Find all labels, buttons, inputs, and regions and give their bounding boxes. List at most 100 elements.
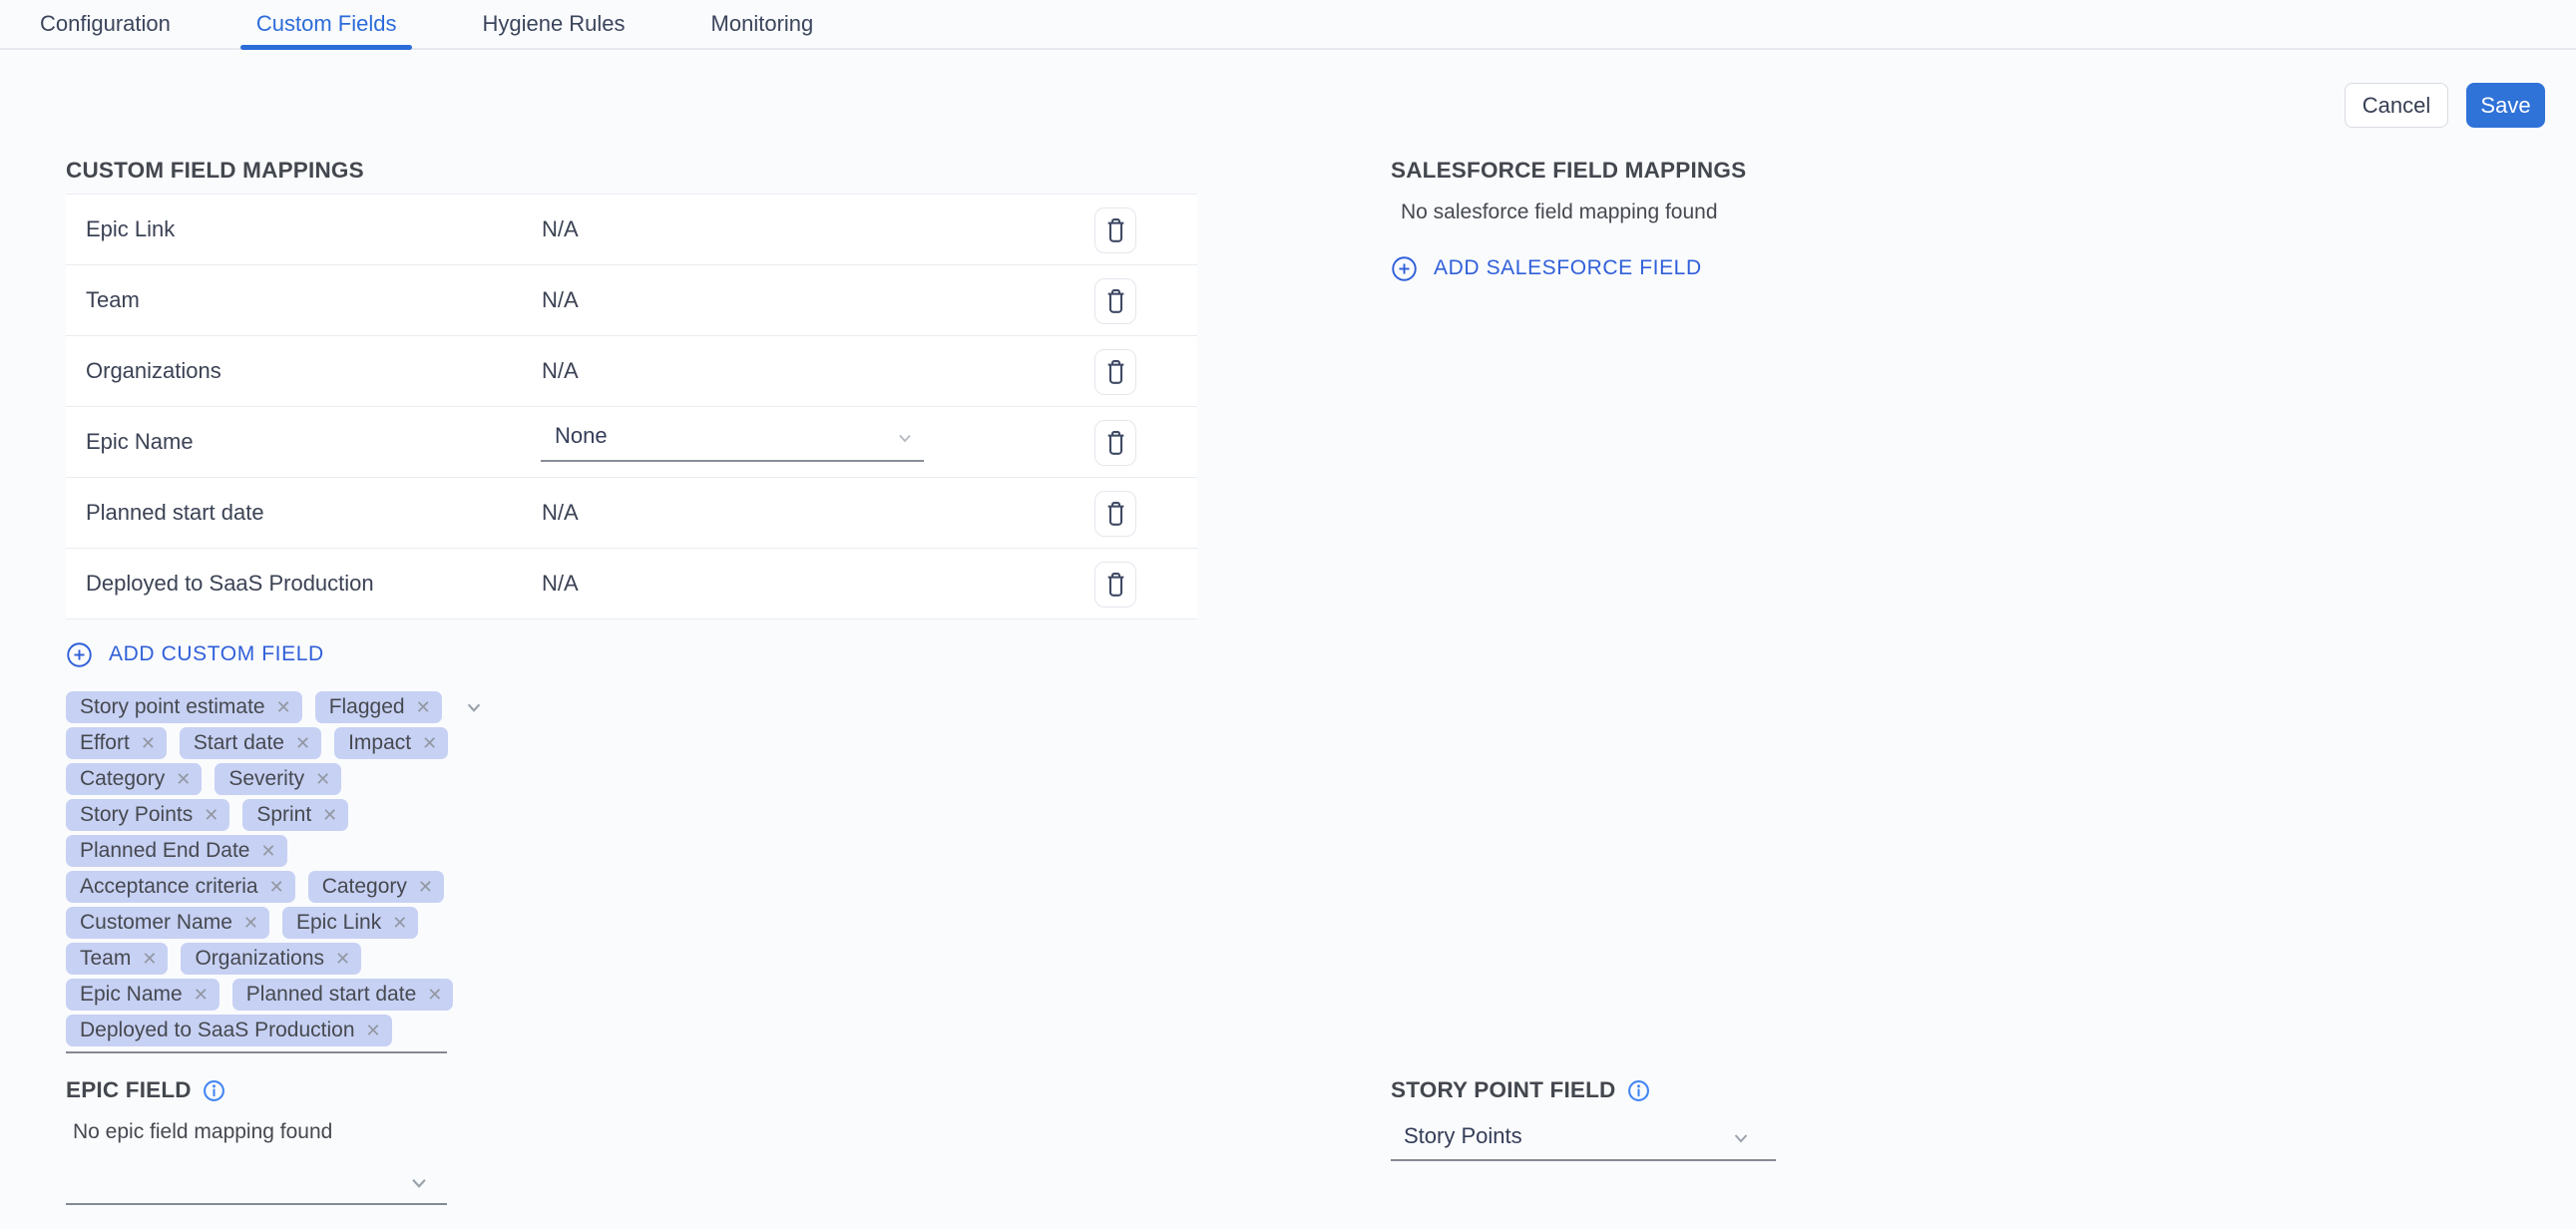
chip-row: Story point estimate ✕ Flagged ✕ <box>66 691 1197 723</box>
tab-label: Configuration <box>40 11 171 37</box>
chip-remove-icon[interactable]: ✕ <box>335 950 350 968</box>
trash-icon <box>1104 288 1127 314</box>
chip[interactable]: Epic Name ✕ <box>66 979 219 1011</box>
custom-fields-settings-page: Configuration Custom Fields Hygiene Rule… <box>0 0 2576 1229</box>
save-button[interactable]: Save <box>2466 83 2545 128</box>
field-value: N/A <box>542 287 579 313</box>
field-name: Planned start date <box>86 500 264 526</box>
info-icon[interactable] <box>203 1079 225 1102</box>
chip-remove-icon[interactable]: ✕ <box>276 698 291 716</box>
tab-label: Hygiene Rules <box>482 11 625 37</box>
chip-remove-icon[interactable]: ✕ <box>422 734 437 752</box>
chip-label: Impact <box>348 731 411 755</box>
add-custom-field-button[interactable]: ADD CUSTOM FIELD <box>66 634 1197 674</box>
chip-remove-icon[interactable]: ✕ <box>322 806 337 824</box>
chip-row: Deployed to SaaS Production ✕ <box>66 1015 1197 1046</box>
add-salesforce-field-button[interactable]: ADD SALESFORCE FIELD <box>1391 248 2009 288</box>
chip[interactable]: Sprint ✕ <box>242 799 348 831</box>
chip-remove-icon[interactable]: ✕ <box>366 1022 381 1039</box>
trash-icon <box>1104 430 1127 456</box>
table-row: Deployed to SaaS Production N/A <box>66 549 1197 619</box>
chip-remove-icon[interactable]: ✕ <box>142 950 157 968</box>
chip[interactable]: Customer Name ✕ <box>66 907 269 939</box>
chip-remove-icon[interactable]: ✕ <box>269 878 284 896</box>
chip[interactable]: Category ✕ <box>308 871 444 903</box>
chip-label: Sprint <box>256 803 311 827</box>
delete-field-button[interactable] <box>1094 491 1136 537</box>
chip-row: Customer Name ✕ Epic Link ✕ <box>66 907 1197 939</box>
field-value: N/A <box>542 358 579 384</box>
tab-configuration[interactable]: Configuration <box>24 0 187 48</box>
trash-icon <box>1104 501 1127 527</box>
chip-remove-icon[interactable]: ✕ <box>427 986 442 1004</box>
chip-remove-icon[interactable]: ✕ <box>176 770 191 788</box>
epic-name-select[interactable]: None <box>541 415 924 462</box>
cancel-button[interactable]: Cancel <box>2345 83 2448 128</box>
custom-field-chips-multiselect[interactable]: Story point estimate ✕ Flagged ✕ Effort … <box>66 691 1197 1046</box>
chip-label: Planned start date <box>246 983 416 1007</box>
delete-field-button[interactable] <box>1094 278 1136 324</box>
plus-circle-icon <box>66 641 93 668</box>
plus-circle-icon <box>1391 255 1418 282</box>
chip[interactable]: Impact ✕ <box>334 727 448 759</box>
tab-monitoring[interactable]: Monitoring <box>695 0 830 48</box>
chip-remove-icon[interactable]: ✕ <box>315 770 330 788</box>
chip-label: Planned End Date <box>80 839 249 863</box>
tab-custom-fields[interactable]: Custom Fields <box>240 0 413 48</box>
chip-label: Acceptance criteria <box>80 875 258 899</box>
chip-row: Category ✕ Severity ✕ <box>66 763 1197 795</box>
chip[interactable]: Category ✕ <box>66 763 202 795</box>
table-row: Team N/A <box>66 265 1197 336</box>
chip[interactable]: Effort ✕ <box>66 727 167 759</box>
tab-hygiene-rules[interactable]: Hygiene Rules <box>466 0 641 48</box>
delete-field-button[interactable] <box>1094 207 1136 253</box>
chip-remove-icon[interactable]: ✕ <box>416 698 431 716</box>
chip-remove-icon[interactable]: ✕ <box>418 878 433 896</box>
chip[interactable]: Story Points ✕ <box>66 799 229 831</box>
chip-label: Organizations <box>195 947 324 971</box>
chip[interactable]: Planned start date ✕ <box>232 979 454 1011</box>
story-point-field-select[interactable]: Story Points <box>1391 1117 1776 1161</box>
info-icon[interactable] <box>1627 1079 1650 1102</box>
chip[interactable]: Epic Link ✕ <box>282 907 418 939</box>
epic-field-select[interactable] <box>66 1157 447 1205</box>
delete-field-button[interactable] <box>1094 349 1136 395</box>
field-value: N/A <box>542 216 579 242</box>
tab-label: Custom Fields <box>256 11 397 37</box>
field-value: N/A <box>542 500 579 526</box>
chip[interactable]: Organizations ✕ <box>181 943 361 975</box>
chip[interactable]: Story point estimate ✕ <box>66 691 302 723</box>
chip-row: Story Points ✕ Sprint ✕ <box>66 799 1197 831</box>
chip-label: Severity <box>228 767 304 791</box>
field-name: Epic Name <box>86 429 194 455</box>
chip[interactable]: Acceptance criteria ✕ <box>66 871 295 903</box>
table-row: Organizations N/A <box>66 336 1197 407</box>
chip-remove-icon[interactable]: ✕ <box>260 842 275 860</box>
chip[interactable]: Deployed to SaaS Production ✕ <box>66 1015 392 1046</box>
chip[interactable]: Planned End Date ✕ <box>66 835 287 867</box>
chip-remove-icon[interactable]: ✕ <box>194 986 209 1004</box>
table-row: Planned start date N/A <box>66 478 1197 549</box>
delete-field-button[interactable] <box>1094 562 1136 608</box>
action-buttons: Cancel Save <box>2345 83 2545 128</box>
chevron-down-icon[interactable] <box>460 693 488 721</box>
chip-remove-icon[interactable]: ✕ <box>141 734 156 752</box>
chip-remove-icon[interactable]: ✕ <box>295 734 310 752</box>
delete-field-button[interactable] <box>1094 420 1136 466</box>
chip-label: Category <box>322 875 407 899</box>
trash-icon <box>1104 217 1127 243</box>
chip[interactable]: Team ✕ <box>66 943 168 975</box>
story-point-field-title-text: STORY POINT FIELD <box>1391 1077 1616 1103</box>
field-name: Team <box>86 287 140 313</box>
chip-remove-icon[interactable]: ✕ <box>243 914 258 932</box>
select-value: Story Points <box>1404 1123 1522 1149</box>
chip[interactable]: Severity ✕ <box>215 763 341 795</box>
tab-bar: Configuration Custom Fields Hygiene Rule… <box>0 0 2576 50</box>
trash-icon <box>1104 572 1127 598</box>
chip[interactable]: Flagged ✕ <box>315 691 442 723</box>
chip-label: Story Points <box>80 803 193 827</box>
epic-field-section: EPIC FIELD No epic field mapping found <box>66 1077 447 1205</box>
chip-remove-icon[interactable]: ✕ <box>392 914 407 932</box>
chip-remove-icon[interactable]: ✕ <box>204 806 218 824</box>
chip[interactable]: Start date ✕ <box>180 727 321 759</box>
